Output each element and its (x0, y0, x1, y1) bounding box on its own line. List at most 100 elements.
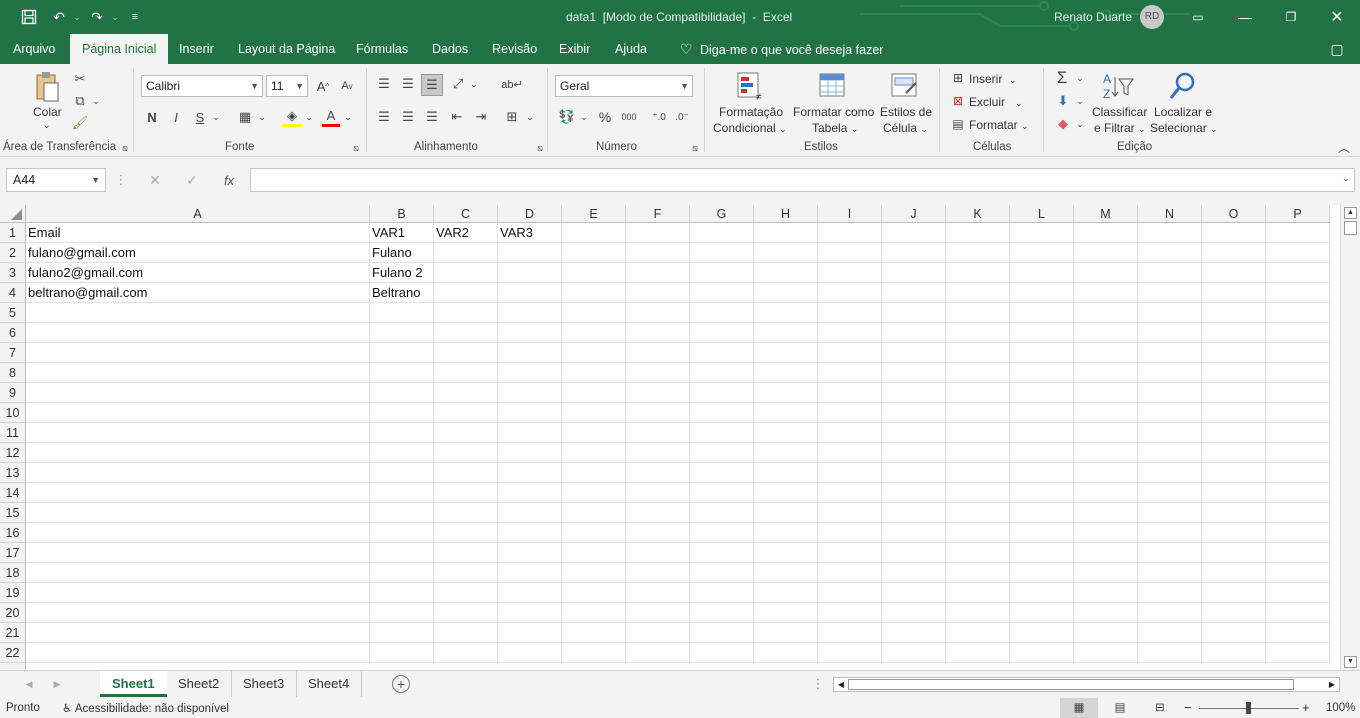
cell-k9[interactable] (946, 383, 1010, 403)
bold-button[interactable]: N (144, 107, 160, 127)
cell-k10[interactable] (946, 403, 1010, 423)
cell-e6[interactable] (562, 323, 626, 343)
cell-p21[interactable] (1266, 623, 1330, 643)
horizontal-scroll-thumb[interactable] (848, 679, 1294, 690)
cell-l5[interactable] (1010, 303, 1074, 323)
cell-c3[interactable] (434, 263, 498, 283)
scroll-right-icon[interactable]: ▶ (1325, 678, 1339, 691)
cell-o7[interactable] (1202, 343, 1266, 363)
cell-e2[interactable] (562, 243, 626, 263)
cell-m15[interactable] (1074, 503, 1138, 523)
cell-o12[interactable] (1202, 443, 1266, 463)
align-left-icon[interactable]: ☰ (374, 107, 394, 127)
cell-h1[interactable] (754, 223, 818, 243)
customize-toolbar-icon[interactable]: ≡ (124, 6, 146, 28)
cell-n2[interactable] (1138, 243, 1202, 263)
cell-a4[interactable]: beltrano@gmail.com (26, 283, 370, 303)
delete-cells-button[interactable]: Excluir ⌄ (969, 95, 1023, 109)
cell-k4[interactable] (946, 283, 1010, 303)
sheet-tab-sheet4[interactable]: Sheet4 (296, 671, 363, 697)
cell-p14[interactable] (1266, 483, 1330, 503)
accessibility-status[interactable]: ♿ Acessibilidade: não disponível (62, 701, 229, 715)
scroll-left-icon[interactable]: ◀ (834, 678, 848, 691)
cell-i18[interactable] (818, 563, 882, 583)
cell-h8[interactable] (754, 363, 818, 383)
cell-o11[interactable] (1202, 423, 1266, 443)
cell-i9[interactable] (818, 383, 882, 403)
cell-e17[interactable] (562, 543, 626, 563)
cell-c20[interactable] (434, 603, 498, 623)
cell-f7[interactable] (626, 343, 690, 363)
cell-f19[interactable] (626, 583, 690, 603)
cell-h7[interactable] (754, 343, 818, 363)
add-sheet-icon[interactable]: + (392, 675, 410, 693)
align-right-icon[interactable]: ☰ (422, 107, 442, 127)
cell-m8[interactable] (1074, 363, 1138, 383)
row-header[interactable]: 17 (0, 543, 26, 563)
cell-e22[interactable] (562, 643, 626, 663)
cell-a3[interactable]: fulano2@gmail.com (26, 263, 370, 283)
conditional-formatting-label[interactable]: Condicional ⌄ (713, 121, 787, 135)
cell-a11[interactable] (26, 423, 370, 443)
decrease-font-icon[interactable]: Av (338, 75, 356, 97)
cell-o3[interactable] (1202, 263, 1266, 283)
cell-b20[interactable] (370, 603, 434, 623)
cell-o4[interactable] (1202, 283, 1266, 303)
cell-g14[interactable] (690, 483, 754, 503)
cell-b16[interactable] (370, 523, 434, 543)
row-header[interactable]: 1 (0, 223, 26, 243)
row-header[interactable]: 18 (0, 563, 26, 583)
cell-f9[interactable] (626, 383, 690, 403)
cell-j9[interactable] (882, 383, 946, 403)
column-header[interactable]: D (498, 205, 562, 223)
cell-c13[interactable] (434, 463, 498, 483)
column-header[interactable]: M (1074, 205, 1138, 223)
cell-n8[interactable] (1138, 363, 1202, 383)
wrap-text-icon[interactable]: ab↵ (501, 74, 522, 94)
cell-c22[interactable] (434, 643, 498, 663)
cell-p8[interactable] (1266, 363, 1330, 383)
borders-dropdown-icon[interactable]: ⌄ (256, 107, 268, 127)
cell-j21[interactable] (882, 623, 946, 643)
cell-o21[interactable] (1202, 623, 1266, 643)
cell-m20[interactable] (1074, 603, 1138, 623)
percent-style-button[interactable]: % (596, 107, 614, 127)
row-header[interactable]: 4 (0, 283, 26, 303)
cell-d18[interactable] (498, 563, 562, 583)
cell-h12[interactable] (754, 443, 818, 463)
row-header[interactable]: 7 (0, 343, 26, 363)
cell-i4[interactable] (818, 283, 882, 303)
column-header[interactable]: B (370, 205, 434, 223)
cell-d15[interactable] (498, 503, 562, 523)
cell-k6[interactable] (946, 323, 1010, 343)
cell-b5[interactable] (370, 303, 434, 323)
cell-g12[interactable] (690, 443, 754, 463)
cell-j6[interactable] (882, 323, 946, 343)
row-header[interactable]: 22 (0, 643, 26, 663)
cell-g4[interactable] (690, 283, 754, 303)
cell-l10[interactable] (1010, 403, 1074, 423)
cell-i16[interactable] (818, 523, 882, 543)
accounting-dropdown-icon[interactable]: ⌄ (578, 107, 590, 127)
row-header[interactable] (0, 663, 26, 670)
cell-e19[interactable] (562, 583, 626, 603)
cell-o20[interactable] (1202, 603, 1266, 623)
cell-p1[interactable] (1266, 223, 1330, 243)
row-header[interactable]: 15 (0, 503, 26, 523)
cell-a16[interactable] (26, 523, 370, 543)
cell-o2[interactable] (1202, 243, 1266, 263)
tab-split-grip-icon[interactable]: ⋮ (812, 676, 825, 692)
scroll-down-icon[interactable]: ▼ (1344, 656, 1357, 668)
cell-p20[interactable] (1266, 603, 1330, 623)
cell-i22[interactable] (818, 643, 882, 663)
cell-m1[interactable] (1074, 223, 1138, 243)
cell-h11[interactable] (754, 423, 818, 443)
cell-l20[interactable] (1010, 603, 1074, 623)
cell-h9[interactable] (754, 383, 818, 403)
cell-f2[interactable] (626, 243, 690, 263)
autosum-dropdown-icon[interactable]: ⌄ (1074, 68, 1086, 88)
cell-b19[interactable] (370, 583, 434, 603)
cell-d7[interactable] (498, 343, 562, 363)
row-header[interactable]: 6 (0, 323, 26, 343)
cell-k22[interactable] (946, 643, 1010, 663)
